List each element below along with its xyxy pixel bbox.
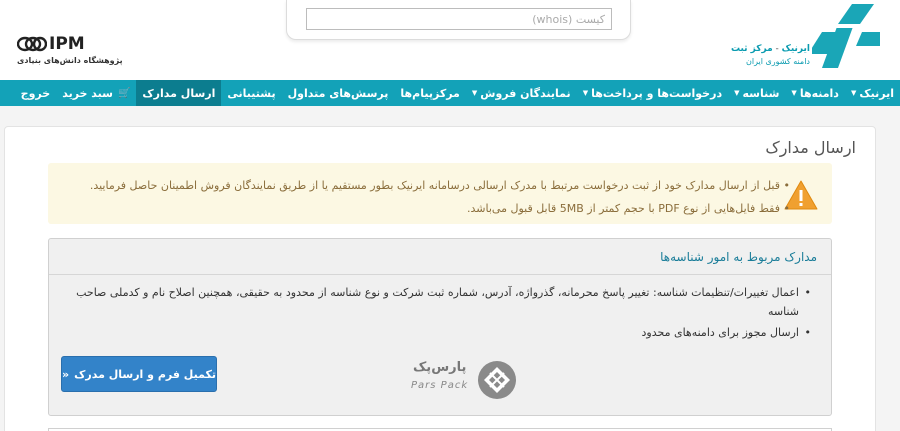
nav-item-send-documents[interactable]: ارسال مدارک (136, 80, 222, 106)
list-item: ارسال مجوز برای دامنه‌های محدود (71, 323, 811, 342)
nav-item-support[interactable]: پشتیبانی (221, 80, 281, 106)
nav-label: دامنه‌ها (799, 86, 839, 100)
ipm-caption: پژوهشگاه دانش‌های بنیادی (17, 56, 123, 65)
ipm-rings-icon (17, 36, 47, 52)
nav-label: پشتیبانی (227, 86, 276, 100)
nav-label: مرکزپیام‌ها (400, 86, 460, 100)
nav-item-handle[interactable]: شناسه ▼ (728, 80, 785, 106)
nav-item-logout[interactable]: خروج (15, 80, 57, 106)
parspack-en-text: Pars Pack (411, 380, 469, 391)
ipm-logo[interactable]: IPM پژوهشگاه دانش‌های بنیادی (17, 34, 127, 68)
nav-item-cart[interactable]: 🛒 سبد خرید (56, 80, 136, 106)
caret-down-icon: ▼ (471, 89, 478, 97)
parspack-logo-icon (478, 361, 516, 399)
whois-search-input[interactable] (306, 8, 612, 30)
nav-label: ایرنیک (859, 86, 894, 100)
caret-down-icon: ▼ (734, 89, 740, 97)
nav-label: شناسه (742, 86, 780, 100)
double-arrow-left-icon: « (62, 367, 70, 381)
ipm-text: IPM (49, 34, 85, 54)
nav-label: نمایندگان فروش (480, 86, 571, 100)
list-item: اعمال تغییرات/تنظیمات شناسه: تغییر پاسخ … (71, 283, 811, 321)
cart-icon: 🛒 (117, 87, 131, 99)
parspack-watermark: پارس‌پک Pars Pack (411, 358, 521, 399)
whois-search-box (286, 0, 631, 40)
ipm-mark: IPM (17, 34, 85, 54)
card-title: مدارک مربوط به امور شناسه‌ها (660, 250, 817, 264)
alert-line: قبل از ارسال مدارک خود از ثبت درخواست مر… (90, 174, 790, 197)
caret-down-icon: ▼ (582, 89, 589, 97)
irnic-logo[interactable]: ایرنیک - مرکز ثبت دامنه کشوری ایران (720, 0, 880, 78)
complete-form-send-document-button[interactable]: تکمیل فرم و ارسال مدرک « (61, 356, 217, 392)
caret-down-icon: ▼ (850, 89, 857, 97)
nav-item-domains[interactable]: دامنه‌ها ▼ (785, 80, 845, 106)
nav-label: ارسال مدارک (142, 86, 216, 100)
page-title: ارسال مدارک (765, 138, 856, 157)
parspack-fa-text: پارس‌پک (413, 360, 467, 375)
nav-label: خروج (20, 86, 51, 100)
card-header: مدارک مربوط به امور شناسه‌ها (49, 239, 831, 275)
irnic-name: ایرنیک - مرکز ثبت (730, 44, 810, 54)
alert-line: فقط فایل‌هایی از نوع PDF با حجم کمتر از … (90, 197, 790, 220)
header: ایرنیک - مرکز ثبت دامنه کشوری ایران IPM … (0, 0, 900, 80)
nav-label: پرسش‌های متداول (287, 86, 389, 100)
nav-label: درخواست‌ها و پرداخت‌ها (591, 86, 723, 100)
nav-label: سبد خرید (62, 86, 113, 100)
nav-item-resellers[interactable]: نمایندگان فروش ▼ (466, 80, 577, 106)
handle-documents-card: مدارک مربوط به امور شناسه‌ها اعمال تغییر… (48, 238, 832, 416)
nav-item-messages[interactable]: مرکزپیام‌ها (394, 80, 465, 106)
caret-down-icon: ▼ (791, 89, 797, 97)
warning-alert: قبل از ارسال مدارک خود از ثبت درخواست مر… (48, 163, 832, 224)
card-list: اعمال تغییرات/تنظیمات شناسه: تغییر پاسخ … (71, 283, 811, 344)
nav-item-irnic[interactable]: ایرنیک ▼ (845, 80, 900, 106)
irnic-subtitle: دامنه کشوری ایران (745, 57, 810, 66)
nav-item-faq[interactable]: پرسش‌های متداول (282, 80, 395, 106)
irnic-mark-icon (812, 4, 880, 68)
alert-list: قبل از ارسال مدارک خود از ثبت درخواست مر… (90, 174, 790, 220)
button-label: تکمیل فرم و ارسال مدرک (74, 367, 216, 381)
main-nav: ایرنیک ▼ دامنه‌ها ▼ شناسه ▼ درخواست‌ها و پر… (0, 80, 900, 106)
nav-item-requests-payments[interactable]: درخواست‌ها و پرداخت‌ها ▼ (577, 80, 728, 106)
